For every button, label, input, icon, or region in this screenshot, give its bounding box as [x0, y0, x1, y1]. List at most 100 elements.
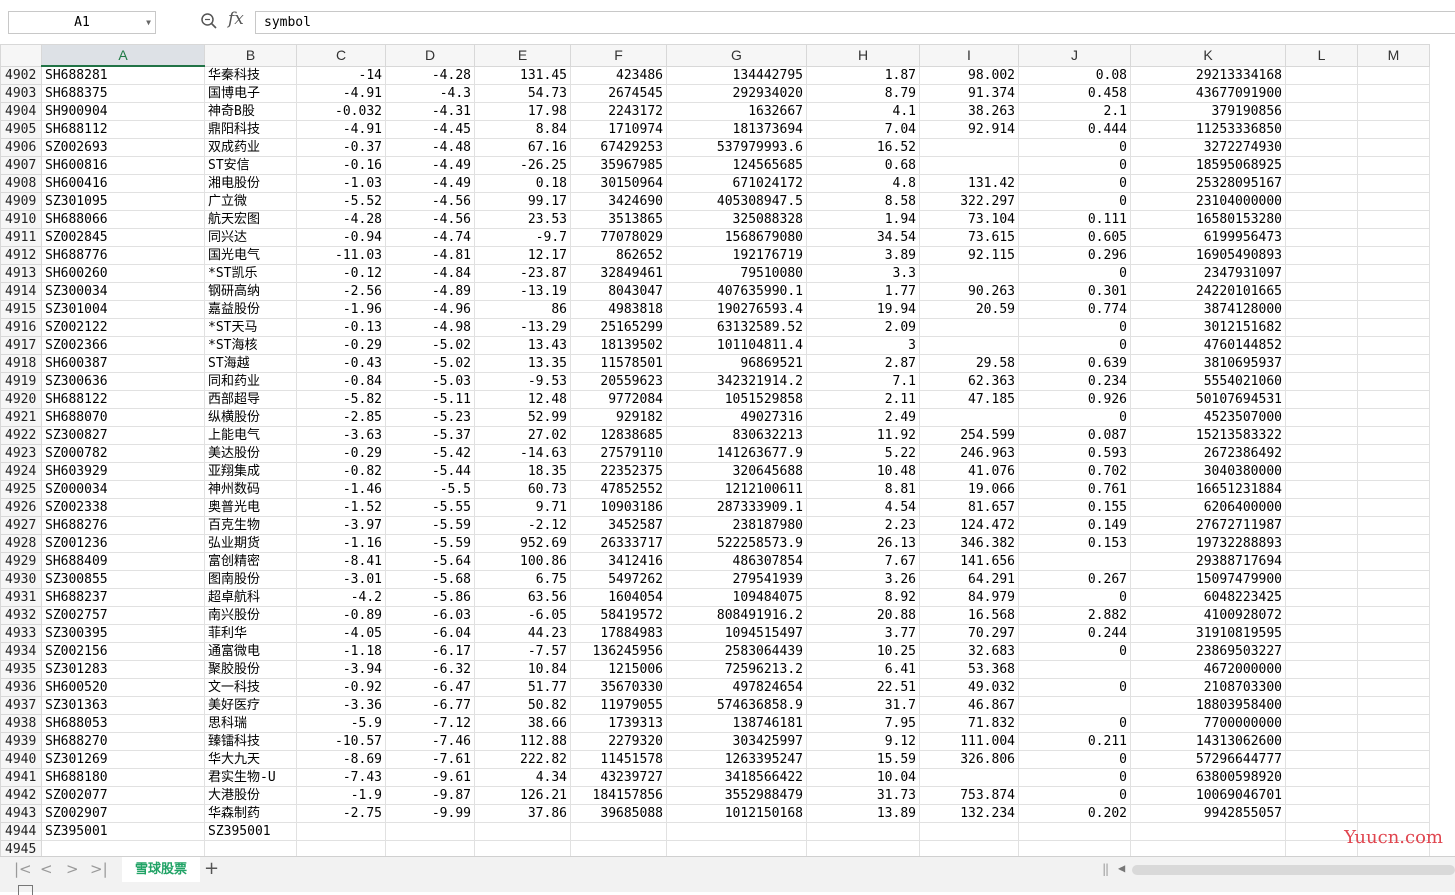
cell-k[interactable]: 7700000000: [1130, 714, 1286, 733]
cell-m[interactable]: [1357, 426, 1430, 445]
cell-i[interactable]: 46.867: [919, 696, 1019, 715]
cell-m[interactable]: [1357, 372, 1430, 391]
cell-i[interactable]: 32.683: [919, 642, 1019, 661]
cell-a[interactable]: SZ300855: [41, 570, 205, 589]
cell-g[interactable]: 671024172: [666, 174, 807, 193]
cell-d[interactable]: -4.49: [385, 156, 475, 175]
cell-a[interactable]: SH688776: [41, 246, 205, 265]
cell-c[interactable]: -2.56: [296, 282, 386, 301]
cell-c[interactable]: -1.9: [296, 786, 386, 805]
cell-c[interactable]: -3.36: [296, 696, 386, 715]
cell-a[interactable]: [41, 840, 205, 856]
row-header[interactable]: 4936: [0, 678, 42, 697]
cell-c[interactable]: -4.2: [296, 588, 386, 607]
cell-e[interactable]: 17.98: [474, 102, 571, 121]
cell-b[interactable]: 华秦科技: [204, 65, 297, 85]
cell-f[interactable]: 35670330: [570, 678, 667, 697]
cell-g[interactable]: 96869521: [666, 354, 807, 373]
column-header-i[interactable]: I: [919, 44, 1019, 67]
row-header[interactable]: 4923: [0, 444, 42, 463]
cell-g[interactable]: 134442795: [666, 65, 807, 85]
cell-a[interactable]: SZ000782: [41, 444, 205, 463]
cell-m[interactable]: [1357, 660, 1430, 679]
cell-d[interactable]: -5.64: [385, 552, 475, 571]
cell-m[interactable]: [1357, 318, 1430, 337]
cell-d[interactable]: -4.56: [385, 192, 475, 211]
cell-j[interactable]: 0.593: [1018, 444, 1131, 463]
cell-i[interactable]: [919, 768, 1019, 787]
cell-j[interactable]: 0.774: [1018, 300, 1131, 319]
cell-a[interactable]: SH688180: [41, 768, 205, 787]
cell-c[interactable]: -0.16: [296, 156, 386, 175]
cell-d[interactable]: -5.68: [385, 570, 475, 589]
cell-h[interactable]: 2.49: [806, 408, 920, 427]
cell-f[interactable]: 26333717: [570, 534, 667, 553]
cell-d[interactable]: -5.23: [385, 408, 475, 427]
row-header[interactable]: 4929: [0, 552, 42, 571]
cell-j[interactable]: 0.244: [1018, 624, 1131, 643]
cell-a[interactable]: SH688281: [41, 65, 205, 85]
cell-h[interactable]: 4.54: [806, 498, 920, 517]
cell-f[interactable]: 9772084: [570, 390, 667, 409]
cell-h[interactable]: 3.26: [806, 570, 920, 589]
cell-c[interactable]: -0.84: [296, 372, 386, 391]
cell-c[interactable]: -10.57: [296, 732, 386, 751]
cell-f[interactable]: 18139502: [570, 336, 667, 355]
cell-i[interactable]: 753.874: [919, 786, 1019, 805]
cell-f[interactable]: 11578501: [570, 354, 667, 373]
cell-j[interactable]: 0.267: [1018, 570, 1131, 589]
cell-e[interactable]: 60.73: [474, 480, 571, 499]
cell-l[interactable]: [1285, 678, 1358, 697]
cell-a[interactable]: SH688066: [41, 210, 205, 229]
cell-l[interactable]: [1285, 390, 1358, 409]
cell-f[interactable]: 58419572: [570, 606, 667, 625]
cell-a[interactable]: SH688409: [41, 552, 205, 571]
cell-a[interactable]: SZ300636: [41, 372, 205, 391]
cell-h[interactable]: 16.52: [806, 138, 920, 157]
cell-b[interactable]: 华森制药: [204, 804, 297, 823]
cell-i[interactable]: 38.263: [919, 102, 1019, 121]
row-header[interactable]: 4915: [0, 300, 42, 319]
cell-f[interactable]: 25165299: [570, 318, 667, 337]
cell-d[interactable]: -4.28: [385, 65, 475, 85]
cell-j[interactable]: 0: [1018, 138, 1131, 157]
cell-h[interactable]: 2.09: [806, 318, 920, 337]
cell-i[interactable]: 141.656: [919, 552, 1019, 571]
cell-h[interactable]: 7.1: [806, 372, 920, 391]
cell-c[interactable]: -3.94: [296, 660, 386, 679]
sheet-tab-active[interactable]: 雪球股票: [122, 857, 200, 882]
cell-b[interactable]: ST海越: [204, 354, 297, 373]
cell-g[interactable]: 808491916.2: [666, 606, 807, 625]
cell-m[interactable]: [1357, 84, 1430, 103]
cell-b[interactable]: 大港股份: [204, 786, 297, 805]
cell-g[interactable]: 407635990.1: [666, 282, 807, 301]
cell-k[interactable]: 4523507000: [1130, 408, 1286, 427]
cell-f[interactable]: 12838685: [570, 426, 667, 445]
cell-l[interactable]: [1285, 84, 1358, 103]
add-sheet-icon[interactable]: +: [204, 858, 219, 879]
row-header[interactable]: 4906: [0, 138, 42, 157]
cell-m[interactable]: [1357, 786, 1430, 805]
cell-j[interactable]: [1018, 696, 1131, 715]
cell-m[interactable]: [1357, 390, 1430, 409]
cell-j[interactable]: 0: [1018, 786, 1131, 805]
cell-e[interactable]: 13.43: [474, 336, 571, 355]
cell-e[interactable]: 4.34: [474, 768, 571, 787]
cell-f[interactable]: 67429253: [570, 138, 667, 157]
cell-b[interactable]: *ST天马: [204, 318, 297, 337]
cell-e[interactable]: -2.12: [474, 516, 571, 535]
cell-c[interactable]: -11.03: [296, 246, 386, 265]
cell-k[interactable]: 3040380000: [1130, 462, 1286, 481]
cell-d[interactable]: -5.37: [385, 426, 475, 445]
cell-d[interactable]: -5.55: [385, 498, 475, 517]
cell-j[interactable]: [1018, 822, 1131, 841]
cell-d[interactable]: -4.56: [385, 210, 475, 229]
cell-b[interactable]: 臻镭科技: [204, 732, 297, 751]
cell-k[interactable]: 2108703300: [1130, 678, 1286, 697]
cell-g[interactable]: 79510080: [666, 264, 807, 283]
cell-k[interactable]: 2672386492: [1130, 444, 1286, 463]
cell-b[interactable]: 聚胶股份: [204, 660, 297, 679]
cell-k[interactable]: 9942855057: [1130, 804, 1286, 823]
cell-f[interactable]: 423486: [570, 65, 667, 85]
cell-c[interactable]: -0.29: [296, 444, 386, 463]
